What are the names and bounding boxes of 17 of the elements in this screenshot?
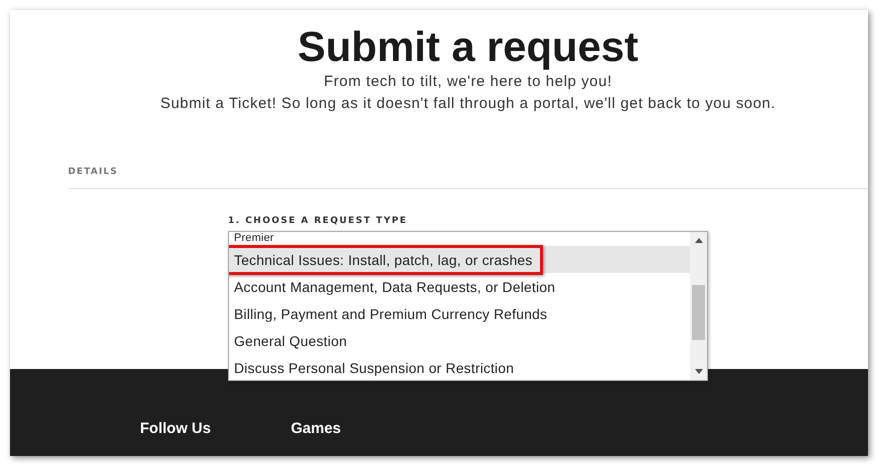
list-option[interactable]: Account Management, Data Requests, or Deletion [229, 273, 690, 300]
request-type-listbox[interactable] [228, 231, 708, 381]
subtitle-text: Submit a Ticket! So long as it doesn't fall through a portal, we'll get back to you soon. [159, 94, 777, 114]
section-heading: DETAILS [68, 167, 119, 177]
list-option[interactable]: General Question [229, 327, 690, 354]
list-option[interactable]: Premier [229, 232, 690, 246]
footer-heading: Games [290, 420, 341, 437]
field-label: 1. CHOOSE A REQUEST TYPE [228, 216, 408, 226]
scroll-down-icon[interactable] [694, 369, 702, 374]
scroll-up-icon[interactable] [694, 238, 702, 243]
list-option[interactable]: Discuss Personal Suspension or Restriction [229, 354, 690, 380]
scrollbar[interactable] [690, 232, 707, 380]
subtitle-text: From tech to tilt, we're here to help you! [322, 72, 614, 92]
page-title: Submit a request [296, 24, 640, 70]
list-option[interactable]: Technical Issues: Install, patch, lag, or crashes [229, 246, 690, 273]
footer-heading: Follow Us [140, 420, 211, 437]
list-option[interactable]: Billing, Payment and Premium Currency Refunds [229, 300, 690, 327]
